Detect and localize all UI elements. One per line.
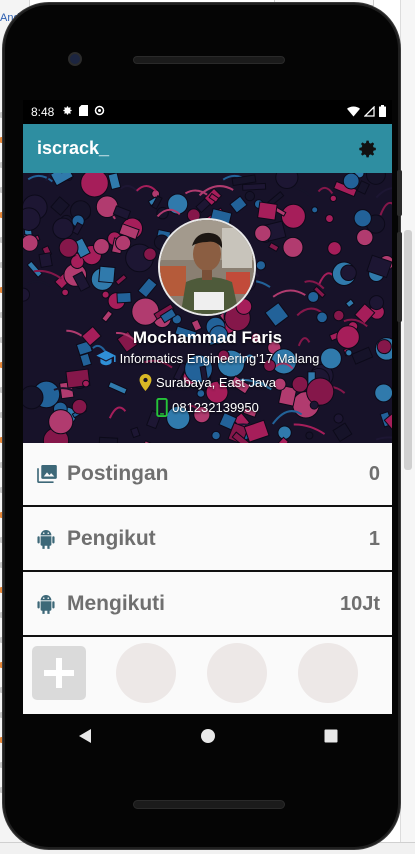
signal-icon: [363, 104, 375, 120]
action-bar: [23, 638, 392, 714]
recents-icon: [324, 729, 337, 743]
stat-label: Postingan: [67, 462, 169, 485]
wifi-icon: [347, 106, 360, 120]
education-text: Informatics Engineering'17 Malang: [119, 350, 320, 366]
app-bar: iscrack_: [23, 124, 392, 173]
stat-row-mengikuti[interactable]: Mengikuti 10Jt: [23, 573, 392, 637]
status-right-icons: [347, 104, 386, 120]
home-button[interactable]: [188, 716, 228, 756]
story-slot-2[interactable]: [207, 643, 267, 703]
avatar[interactable]: [158, 218, 256, 316]
back-button[interactable]: [65, 716, 105, 756]
profile-header: Mochammad Faris Informatics Engineering'…: [23, 173, 392, 443]
camera-icon: [68, 52, 82, 66]
power-button[interactable]: [397, 170, 402, 216]
stat-value: 1: [368, 527, 380, 550]
location-pin-icon: [139, 374, 152, 391]
location-line: Surabaya, East Java: [23, 374, 392, 391]
gear-icon: [359, 140, 376, 157]
stat-label: Pengikut: [67, 527, 156, 550]
stats-list: Postingan 0 Pengikut 1 Mengikuti 10Jt: [23, 443, 392, 638]
battery-icon: [379, 105, 386, 120]
device-screen: 8:48 iscrack_ Mochammad Faris Informatic…: [23, 100, 392, 714]
phone-line: 081232139950: [23, 398, 392, 417]
navigation-bar: [23, 714, 392, 758]
recents-button[interactable]: [311, 716, 351, 756]
stat-value: 0: [368, 462, 380, 485]
android-icon: [37, 529, 57, 549]
education-line: Informatics Engineering'17 Malang: [23, 350, 392, 366]
gear-icon: [62, 105, 73, 119]
story-slot-3[interactable]: [298, 643, 358, 703]
settings-button[interactable]: [356, 137, 380, 161]
background-scrollbar: [404, 230, 412, 470]
back-icon: [78, 729, 91, 743]
top-speaker: [133, 56, 285, 64]
phone-number: 081232139950: [172, 400, 259, 415]
app-title: iscrack_: [37, 138, 110, 158]
avatar-photo: [160, 220, 254, 314]
home-icon: [200, 729, 215, 743]
location-text: Surabaya, East Java: [156, 375, 276, 390]
stat-row-postingan[interactable]: Postingan 0: [23, 443, 392, 507]
stat-row-pengikut[interactable]: Pengikut 1: [23, 508, 392, 572]
stat-value: 10Jt: [339, 592, 380, 615]
profile-name: Mochammad Faris: [132, 328, 283, 347]
story-slot-1[interactable]: [116, 643, 176, 703]
image-icon: [37, 464, 57, 484]
stat-label: Mengikuti: [67, 592, 165, 615]
sync-icon: [94, 105, 105, 119]
status-bar: 8:48: [23, 100, 392, 124]
sd-card-icon: [79, 105, 89, 119]
graduation-cap-icon: [96, 350, 116, 366]
smartphone-icon: [156, 398, 168, 417]
volume-button[interactable]: [397, 232, 402, 322]
android-icon: [37, 594, 57, 614]
add-post-button[interactable]: [32, 646, 86, 700]
bottom-speaker: [133, 800, 285, 809]
status-time: 8:48: [31, 105, 55, 119]
